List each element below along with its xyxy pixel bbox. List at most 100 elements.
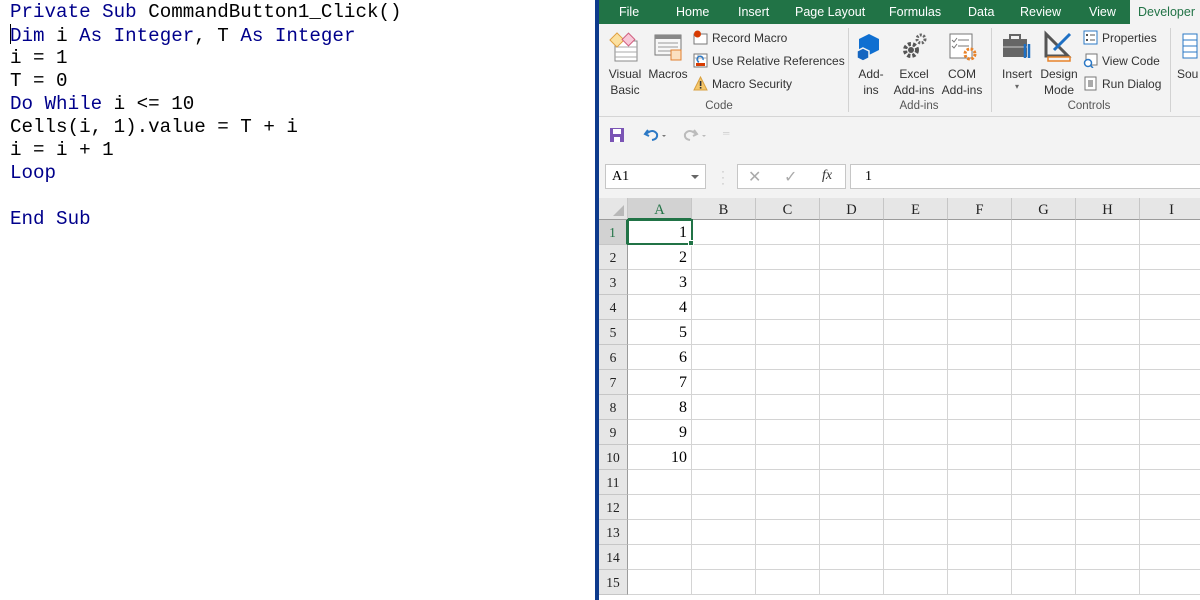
save-icon[interactable]	[609, 127, 625, 148]
tab-home[interactable]: Home	[668, 0, 717, 24]
cell-b11[interactable]	[692, 470, 756, 495]
insert-function-icon[interactable]: fx	[822, 168, 832, 184]
cell-a4[interactable]: 4	[628, 295, 692, 320]
cell-i6[interactable]	[1140, 345, 1200, 370]
column-header-f[interactable]: F	[948, 198, 1012, 220]
tab-file[interactable]: File	[611, 0, 647, 24]
cell-d14[interactable]	[820, 545, 884, 570]
com-add-ins-button[interactable]: COM Add-ins	[939, 30, 985, 98]
cell-a1[interactable]: 1	[628, 220, 692, 245]
cell-f11[interactable]	[948, 470, 1012, 495]
cell-c9[interactable]	[756, 420, 820, 445]
cell-c14[interactable]	[756, 545, 820, 570]
cell-a7[interactable]: 7	[628, 370, 692, 395]
cell-a8[interactable]: 8	[628, 395, 692, 420]
cell-i12[interactable]	[1140, 495, 1200, 520]
cell-h4[interactable]	[1076, 295, 1140, 320]
row-header-7[interactable]: 7	[599, 370, 628, 395]
cell-e8[interactable]	[884, 395, 948, 420]
column-header-e[interactable]: E	[884, 198, 948, 220]
cell-g3[interactable]	[1012, 270, 1076, 295]
cell-f6[interactable]	[948, 345, 1012, 370]
cell-a9[interactable]: 9	[628, 420, 692, 445]
cell-e3[interactable]	[884, 270, 948, 295]
cell-c12[interactable]	[756, 495, 820, 520]
cell-d5[interactable]	[820, 320, 884, 345]
cell-c5[interactable]	[756, 320, 820, 345]
cell-i13[interactable]	[1140, 520, 1200, 545]
cell-b15[interactable]	[692, 570, 756, 595]
row-header-3[interactable]: 3	[599, 270, 628, 295]
cell-c2[interactable]	[756, 245, 820, 270]
cell-e14[interactable]	[884, 545, 948, 570]
cell-g12[interactable]	[1012, 495, 1076, 520]
cell-a2[interactable]: 2	[628, 245, 692, 270]
row-header-1[interactable]: 1	[599, 220, 628, 245]
cell-g10[interactable]	[1012, 445, 1076, 470]
cell-b12[interactable]	[692, 495, 756, 520]
insert-control-button[interactable]: Insert ▾	[997, 30, 1037, 92]
cell-b3[interactable]	[692, 270, 756, 295]
worksheet-grid[interactable]: ABCDEFGHI 1 1 2 2 3 3 4 4 5 5 6 6 7 7 8 8 9 9 10 10 11 12 13 14…	[599, 198, 1200, 600]
cell-i7[interactable]	[1140, 370, 1200, 395]
cell-b1[interactable]	[692, 220, 756, 245]
row-header-6[interactable]: 6	[599, 345, 628, 370]
source-button[interactable]: Sou	[1177, 30, 1200, 82]
cell-a6[interactable]: 6	[628, 345, 692, 370]
tab-page-layout[interactable]: Page Layout	[787, 0, 873, 24]
cell-i9[interactable]	[1140, 420, 1200, 445]
cell-e11[interactable]	[884, 470, 948, 495]
view-code-button[interactable]: View Code	[1083, 51, 1160, 71]
cell-i3[interactable]	[1140, 270, 1200, 295]
cell-f1[interactable]	[948, 220, 1012, 245]
cell-f4[interactable]	[948, 295, 1012, 320]
cell-h14[interactable]	[1076, 545, 1140, 570]
cell-h5[interactable]	[1076, 320, 1140, 345]
vba-code-editor[interactable]: Private Sub CommandButton1_Click() Dim i …	[0, 0, 595, 600]
cancel-icon[interactable]: ✕	[748, 167, 761, 187]
cell-c1[interactable]	[756, 220, 820, 245]
cell-i5[interactable]	[1140, 320, 1200, 345]
cell-f8[interactable]	[948, 395, 1012, 420]
cell-d12[interactable]	[820, 495, 884, 520]
cell-e2[interactable]	[884, 245, 948, 270]
cell-f14[interactable]	[948, 545, 1012, 570]
cell-h13[interactable]	[1076, 520, 1140, 545]
cell-c3[interactable]	[756, 270, 820, 295]
cell-h10[interactable]	[1076, 445, 1140, 470]
name-box-dropdown-icon[interactable]	[691, 175, 699, 179]
cell-c10[interactable]	[756, 445, 820, 470]
cell-f3[interactable]	[948, 270, 1012, 295]
add-ins-button[interactable]: Add-ins	[853, 30, 889, 98]
cell-a10[interactable]: 10	[628, 445, 692, 470]
row-header-12[interactable]: 12	[599, 495, 628, 520]
cell-e9[interactable]	[884, 420, 948, 445]
fill-handle[interactable]	[688, 240, 694, 246]
cell-b14[interactable]	[692, 545, 756, 570]
cell-d6[interactable]	[820, 345, 884, 370]
cell-h9[interactable]	[1076, 420, 1140, 445]
cell-e10[interactable]	[884, 445, 948, 470]
cell-d13[interactable]	[820, 520, 884, 545]
cell-h2[interactable]	[1076, 245, 1140, 270]
cell-c11[interactable]	[756, 470, 820, 495]
cell-b10[interactable]	[692, 445, 756, 470]
cell-a11[interactable]	[628, 470, 692, 495]
macros-button[interactable]: Macros	[647, 30, 689, 82]
cell-b9[interactable]	[692, 420, 756, 445]
cell-h8[interactable]	[1076, 395, 1140, 420]
cell-i4[interactable]	[1140, 295, 1200, 320]
cell-c7[interactable]	[756, 370, 820, 395]
cell-g6[interactable]	[1012, 345, 1076, 370]
row-header-14[interactable]: 14	[599, 545, 628, 570]
row-header-2[interactable]: 2	[599, 245, 628, 270]
cell-c15[interactable]	[756, 570, 820, 595]
column-header-c[interactable]: C	[756, 198, 820, 220]
tab-view[interactable]: View	[1081, 0, 1124, 24]
select-all-button[interactable]	[599, 198, 628, 220]
cell-a13[interactable]	[628, 520, 692, 545]
cell-g8[interactable]	[1012, 395, 1076, 420]
cell-b6[interactable]	[692, 345, 756, 370]
visual-basic-button[interactable]: Visual Basic	[605, 30, 645, 98]
tab-data[interactable]: Data	[960, 0, 1002, 24]
